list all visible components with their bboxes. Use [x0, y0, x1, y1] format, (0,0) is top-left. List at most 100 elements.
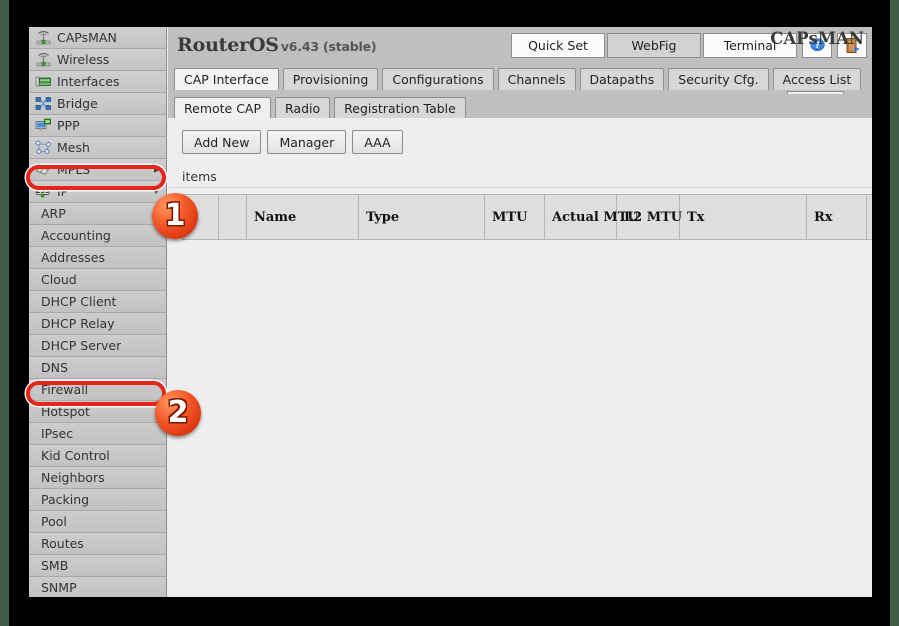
annotation-marker-2: 2	[155, 390, 201, 436]
tab-security-cfg-[interactable]: Security Cfg.	[668, 68, 769, 90]
sidebar-item-label: Wireless	[57, 52, 110, 67]
sidebar-item-mesh[interactable]: Mesh	[29, 137, 166, 159]
sidebar-item-smb[interactable]: SMB	[29, 555, 166, 577]
sidebar-item-interfaces[interactable]: Interfaces	[29, 71, 166, 93]
column-header-mtu[interactable]: MTU	[485, 195, 545, 239]
sidebar-item-label: Hotspot	[41, 404, 90, 419]
sidebar-item-label: Accounting	[41, 228, 111, 243]
tab-channels[interactable]: Channels	[497, 68, 576, 90]
sidebar-item-label: SMB	[41, 558, 69, 573]
sidebar-item-label: Addresses	[41, 250, 105, 265]
sidebar-item-label: Routes	[41, 536, 84, 551]
aaa-button[interactable]: AAA	[352, 130, 403, 154]
sidebar-item-capsman[interactable]: CAPsMAN	[29, 27, 166, 49]
sidebar-item-packing[interactable]: Packing	[29, 489, 166, 511]
page-title: RouterOS v6.43 (stable)	[177, 34, 377, 56]
page-edge-right	[890, 0, 899, 626]
action-toolbar: Add New Manager AAA	[168, 118, 872, 154]
app-header: RouterOS v6.43 (stable) Quick Set WebFig …	[168, 27, 872, 65]
mesh-node-icon	[35, 140, 52, 155]
capsman-tab-bar: CAP Interface Provisioning Configurations C…	[168, 65, 872, 90]
add-new-button[interactable]: Add New	[182, 130, 262, 154]
tab-provisioning[interactable]: Provisioning	[282, 68, 379, 90]
item-count-row: items	[168, 166, 872, 188]
sidebar-item-label: IP	[57, 184, 69, 199]
sidebar-item-snmp[interactable]: SNMP	[29, 577, 166, 597]
wireless-antenna-icon	[35, 30, 52, 45]
main-navigation-sidebar: CAPsMAN Wireless Interfaces Bridge PPP M…	[29, 27, 167, 597]
sidebar-item-dns[interactable]: DNS	[29, 357, 166, 379]
sidebar-item-hotspot[interactable]: Hotspot	[29, 401, 166, 423]
subtab-radio[interactable]: Radio	[275, 97, 331, 118]
subtab-registration-table[interactable]: Registration Table	[334, 97, 466, 118]
section-title: CAPsMAN	[770, 29, 864, 48]
sidebar-item-dhcp-client[interactable]: DHCP Client	[29, 291, 166, 313]
sidebar-item-label: DHCP Server	[41, 338, 122, 353]
subtab-remote-cap[interactable]: Remote CAP	[174, 97, 272, 118]
interface-table: Name Type MTU Actual MTU L2 MTU Tx Rx	[182, 194, 872, 240]
chevron-right-icon	[154, 166, 159, 173]
sidebar-item-neighbors[interactable]: Neighbors	[29, 467, 166, 489]
sidebar-item-label: PPP	[57, 118, 80, 133]
sidebar-item-label: DNS	[41, 360, 68, 375]
column-header-tx[interactable]: Tx	[680, 195, 807, 239]
sidebar-item-ipsec[interactable]: IPsec	[29, 423, 166, 445]
sidebar-item-mpls[interactable]: MPLS	[29, 159, 166, 181]
sidebar-item-wireless[interactable]: Wireless	[29, 49, 166, 71]
tab-access-list[interactable]: Access List	[772, 68, 862, 90]
sidebar-item-label: Pool	[41, 514, 67, 529]
sidebar-item-label: IPsec	[41, 426, 74, 441]
routeros-webfig-window: CAPsMAN Wireless Interfaces Bridge PPP M…	[29, 27, 872, 597]
sidebar-item-label: Kid Control	[41, 448, 110, 463]
sidebar-item-pool[interactable]: Pool	[29, 511, 166, 533]
ip-255-icon: 255	[35, 184, 52, 199]
sidebar-item-kid-control[interactable]: Kid Control	[29, 445, 166, 467]
sidebar-item-label: ARP	[41, 206, 66, 221]
column-header-name[interactable]: Name	[247, 195, 359, 239]
sidebar-item-label: DHCP Relay	[41, 316, 115, 331]
sidebar-item-label: MPLS	[57, 162, 91, 177]
annotation-marker-1: 1	[152, 193, 198, 239]
tab-datapaths[interactable]: Datapaths	[579, 68, 665, 90]
interface-card-icon	[35, 74, 52, 89]
manager-button[interactable]: Manager	[267, 130, 347, 154]
column-header-rx[interactable]: Rx	[807, 195, 867, 239]
bridge-icon	[35, 96, 52, 111]
sidebar-item-arp[interactable]: ARP	[29, 203, 166, 225]
sidebar-item-label: Bridge	[57, 96, 98, 111]
content-body: Remote CAP Radio Registration Table Add Ne…	[168, 94, 872, 597]
sidebar-item-addresses[interactable]: Addresses	[29, 247, 166, 269]
sidebar-item-accounting[interactable]: Accounting	[29, 225, 166, 247]
mode-button-quick-set[interactable]: Quick Set	[511, 33, 605, 58]
sidebar-item-label: Firewall	[41, 382, 89, 397]
page-edge-left	[0, 0, 9, 626]
ppp-monitor-icon	[35, 118, 52, 133]
sidebar-item-bridge[interactable]: Bridge	[29, 93, 166, 115]
wireless-antenna-icon	[35, 52, 52, 67]
brand-name: RouterOS	[177, 34, 279, 56]
sidebar-item-ip[interactable]: 255 IP	[29, 181, 166, 203]
sidebar-item-dhcp-server[interactable]: DHCP Server	[29, 335, 166, 357]
sidebar-item-label: DHCP Client	[41, 294, 117, 309]
sidebar-item-label: Cloud	[41, 272, 77, 287]
mpls-tags-icon	[35, 162, 52, 177]
sidebar-item-label: SNMP	[41, 580, 77, 595]
column-header-l2-mtu[interactable]: L2 MTU	[617, 195, 682, 239]
sidebar-item-label: Interfaces	[57, 74, 120, 89]
tab-configurations[interactable]: Configurations	[382, 68, 494, 90]
sidebar-item-ppp[interactable]: PPP	[29, 115, 166, 137]
version-label: v6.43 (stable)	[280, 39, 377, 54]
sidebar-item-dhcp-relay[interactable]: DHCP Relay	[29, 313, 166, 335]
sidebar-item-cloud[interactable]: Cloud	[29, 269, 166, 291]
column-header-type[interactable]: Type	[359, 195, 485, 239]
screenshot-root: CAPsMAN Wireless Interfaces Bridge PPP M…	[0, 0, 899, 626]
sidebar-item-firewall[interactable]: Firewall	[29, 379, 166, 401]
column-header-actual-mtu[interactable]: Actual MTU	[545, 195, 639, 239]
sidebar-item-label: Packing	[41, 492, 90, 507]
cap-interface-subtab-bar: Remote CAP Radio Registration Table	[168, 94, 872, 118]
tab-cap-interface[interactable]: CAP Interface	[174, 68, 279, 90]
sidebar-item-routes[interactable]: Routes	[29, 533, 166, 555]
column-header-blank[interactable]	[219, 195, 247, 239]
mode-button-webfig[interactable]: WebFig	[607, 33, 701, 58]
main-content-panel: RouterOS v6.43 (stable) Quick Set WebFig …	[168, 27, 872, 597]
